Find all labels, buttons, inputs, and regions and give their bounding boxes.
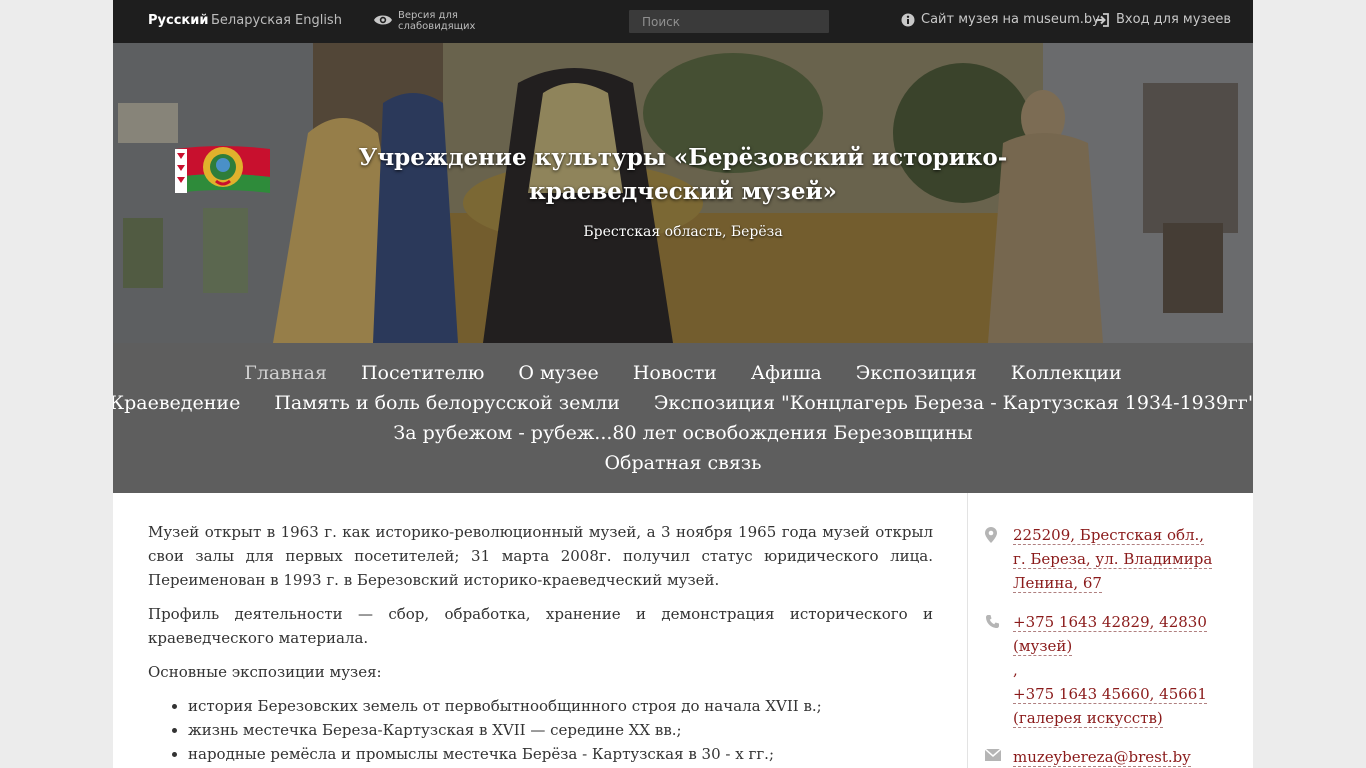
belarus-emblem-flag-icon: [175, 146, 270, 193]
email-link[interactable]: muzeybereza@brest.by: [1013, 748, 1191, 767]
expositions-list: история Березовских земель от первобытно…: [148, 694, 933, 766]
map-marker-icon: [985, 527, 997, 543]
museum-login-label: Вход для музеев: [1116, 12, 1232, 27]
nav-item-home[interactable]: Главная: [244, 358, 327, 388]
phone-icon: [986, 615, 999, 628]
main-navigation: Главная Посетителю О музее Новости Афиша…: [113, 343, 1253, 493]
info-icon: [901, 13, 915, 27]
nav-item-exposition[interactable]: Экспозиция: [856, 358, 977, 388]
language-russian[interactable]: Русский: [148, 13, 208, 28]
nav-item-about[interactable]: О музее: [518, 358, 598, 388]
expositions-heading: Основные экспозиции музея:: [148, 663, 382, 681]
top-bar: Русский Беларуская English Версия для сл…: [113, 0, 1253, 43]
nav-item-feedback[interactable]: Обратная связь: [604, 448, 761, 478]
email-block: muzeybereza@brest.by: [985, 745, 1223, 768]
contacts-sidebar: 225209, Брестская обл., г. Береза, ул. В…: [968, 493, 1253, 768]
phone-link-gallery[interactable]: +375 1643 45660, 45661 (галерея искусств…: [1013, 685, 1207, 728]
nav-item-events[interactable]: Афиша: [751, 358, 822, 388]
search-input[interactable]: [629, 10, 829, 33]
address-block: 225209, Брестская обл., г. Береза, ул. В…: [985, 523, 1218, 595]
language-english[interactable]: English: [295, 13, 342, 28]
nav-item-liberation[interactable]: За рубежом - рубеж...80 лет освобождения…: [393, 418, 972, 448]
list-item: история Березовских земель от первобытно…: [188, 694, 933, 718]
envelope-icon: [985, 749, 1001, 761]
history-paragraph: Музей открыт в 1963 г. как историко-рево…: [148, 523, 933, 589]
main-content: Музей открыт в 1963 г. как историко-рево…: [148, 520, 933, 766]
museum-location: Брестская область, Берёза: [583, 224, 783, 240]
phone-separator: ,: [1013, 661, 1018, 679]
nav-item-memory[interactable]: Память и боль белорусской земли: [274, 388, 620, 418]
nav-row: Краеведение Память и боль белорусской зе…: [113, 388, 1253, 418]
sign-in-icon: [1096, 13, 1109, 27]
nav-row: За рубежом - рубеж...80 лет освобождения…: [113, 418, 1253, 448]
nav-row: Обратная связь: [113, 448, 1253, 478]
phone-link-museum[interactable]: +375 1643 42829, 42830 (музей): [1013, 613, 1207, 656]
profile-paragraph: Профиль деятельности — сбор, обработка, …: [148, 605, 933, 647]
nav-item-local-history[interactable]: Краеведение: [113, 388, 240, 418]
list-item: жизнь местечка Береза-Картузская в XVII …: [188, 718, 933, 742]
nav-item-collections[interactable]: Коллекции: [1011, 358, 1122, 388]
low-vision-label: Версия для слабовидящих: [398, 10, 476, 32]
language-belarusian[interactable]: Беларуская: [211, 13, 291, 28]
nav-item-news[interactable]: Новости: [633, 358, 717, 388]
museum-site-label: Сайт музея на museum.by: [921, 12, 1100, 27]
museum-title: Учреждение культуры «Берёзовский историк…: [358, 144, 1008, 205]
nav-item-concentration-camp[interactable]: Экспозиция "Концлагерь Береза - Картузск…: [654, 388, 1253, 418]
eye-icon: [374, 15, 392, 25]
list-item: народные ремёсла и промыслы местечка Бер…: [188, 742, 933, 766]
nav-row: Главная Посетителю О музее Новости Афиша…: [113, 358, 1253, 388]
address-link[interactable]: 225209, Брестская обл., г. Береза, ул. В…: [1013, 526, 1213, 593]
phone-block: +375 1643 42829, 42830 (музей) , +375 16…: [986, 610, 1223, 730]
page: Русский Беларуская English Версия для сл…: [113, 0, 1253, 768]
hero-banner: Учреждение культуры «Берёзовский историк…: [113, 43, 1253, 343]
nav-item-visitors[interactable]: Посетителю: [361, 358, 484, 388]
